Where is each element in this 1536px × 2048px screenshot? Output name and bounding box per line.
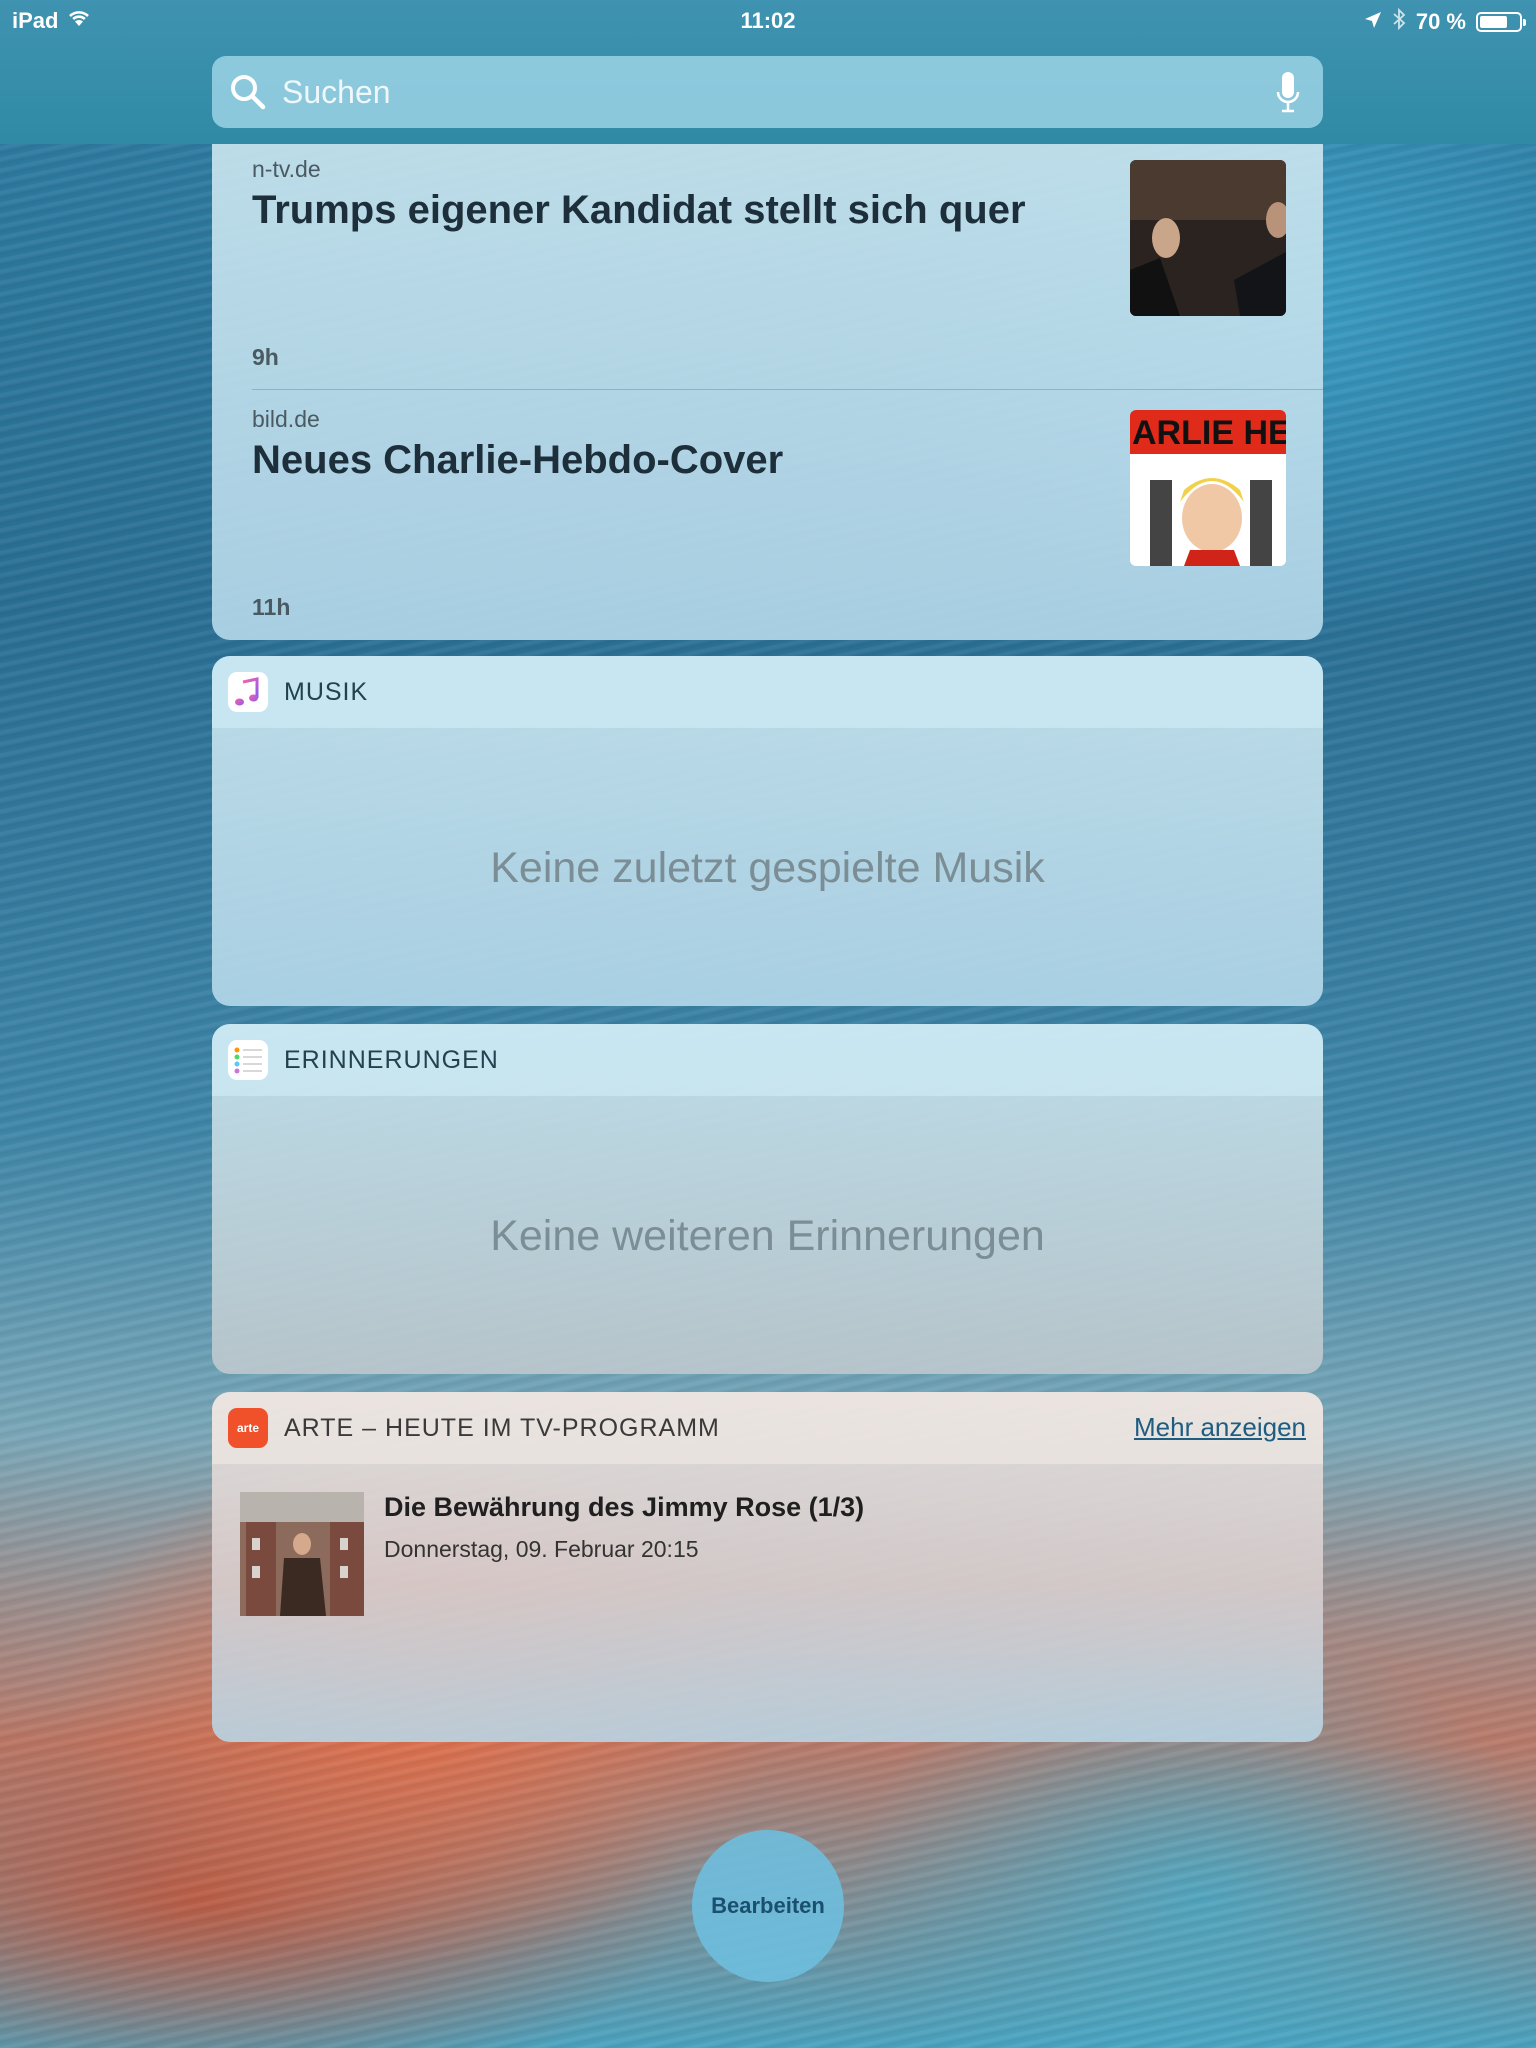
search-input[interactable] (282, 70, 1242, 114)
news-widget: n-tv.de Trumps eigener Kandidat stellt s… (212, 144, 1323, 640)
search-icon (228, 72, 268, 117)
news-headline: Trumps eigener Kandidat stellt sich quer (252, 188, 1026, 232)
music-widget: MUSIK Keine zuletzt gespielte Musik (212, 656, 1323, 1006)
news-item[interactable]: bild.de Neues Charlie-Hebdo-Cover 11h AR… (212, 394, 1323, 640)
bluetooth-icon (1392, 7, 1406, 36)
arte-widget-title: ARTE – HEUTE IM TV-PROGRAMM (284, 1414, 720, 1442)
news-divider (252, 389, 1323, 390)
edit-button[interactable]: Bearbeiten (692, 1830, 844, 1982)
status-bar: iPad 11:02 70 % (0, 0, 1536, 40)
music-widget-header[interactable]: MUSIK (212, 656, 1323, 728)
arte-widget-header[interactable]: arte ARTE – HEUTE IM TV-PROGRAMM Mehr an… (212, 1392, 1323, 1464)
news-item[interactable]: n-tv.de Trumps eigener Kandidat stellt s… (212, 144, 1323, 394)
music-widget-title: MUSIK (284, 678, 369, 706)
reminders-app-icon (228, 1040, 268, 1080)
news-thumbnail: ARLIE HEB (1130, 410, 1286, 566)
battery-icon (1476, 12, 1526, 32)
battery-percent: 70 % (1415, 9, 1466, 34)
reminders-empty-message: Keine weiteren Erinnerungen (490, 1212, 1045, 1260)
microphone-icon[interactable] (1275, 70, 1301, 119)
thumbnail-caption: ARLIE HEB (1132, 414, 1286, 452)
location-icon (1364, 9, 1382, 35)
news-age: 9h (252, 344, 279, 370)
arte-app-icon: arte (228, 1408, 268, 1448)
program-time: Donnerstag, 09. Februar 20:15 (384, 1536, 699, 1562)
arte-widget: arte ARTE – HEUTE IM TV-PROGRAMM Mehr an… (212, 1392, 1323, 1742)
news-age: 11h (252, 594, 291, 620)
arte-icon-text: arte (237, 1421, 259, 1435)
news-thumbnail (1130, 160, 1286, 316)
music-empty-message: Keine zuletzt gespielte Musik (490, 844, 1045, 892)
news-source: n-tv.de (252, 156, 321, 182)
reminders-widget: ERINNERUNGEN Keine weiteren Erinnerungen (212, 1024, 1323, 1374)
music-app-icon (228, 672, 268, 712)
program-thumbnail[interactable] (240, 1492, 364, 1616)
program-title[interactable]: Die Bewährung des Jimmy Rose (1/3) (384, 1492, 864, 1523)
reminders-widget-title: ERINNERUNGEN (284, 1046, 499, 1074)
search-bar[interactable] (212, 56, 1323, 128)
reminders-widget-header[interactable]: ERINNERUNGEN (212, 1024, 1323, 1096)
show-more-link[interactable]: Mehr anzeigen (1134, 1412, 1306, 1443)
status-time: 11:02 (740, 8, 796, 33)
news-headline: Neues Charlie-Hebdo-Cover (252, 438, 784, 482)
news-source: bild.de (252, 406, 320, 432)
